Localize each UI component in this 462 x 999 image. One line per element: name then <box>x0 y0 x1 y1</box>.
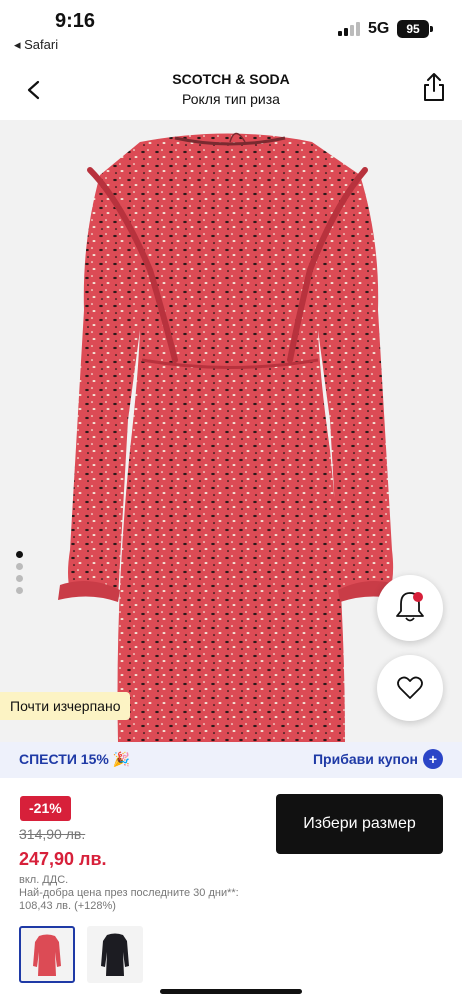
promo-text: СПЕСТИ 15% 🎉 <box>19 751 131 767</box>
battery-level: 95 <box>397 20 429 38</box>
dress-image <box>58 132 400 742</box>
brand-title: SCOTCH & SODA <box>172 71 290 87</box>
discount-badge: -21% <box>20 796 71 821</box>
bell-icon <box>396 592 424 622</box>
battery-icon <box>430 26 433 32</box>
add-coupon-link[interactable]: Прибави купон <box>313 751 418 767</box>
page-dot[interactable] <box>16 575 23 582</box>
back-to-app[interactable]: ◂ Safari <box>14 37 58 53</box>
vat-note: вкл. ДДС. <box>19 874 69 886</box>
current-price: 247,90 лв. <box>19 849 107 869</box>
status-time: 9:16 <box>55 10 96 32</box>
share-button[interactable] <box>418 70 450 104</box>
page-header: SCOTCH & SODA Рокля тип риза <box>0 62 462 120</box>
network-type: 5G <box>368 20 390 37</box>
black-dress-thumbnail <box>101 933 129 976</box>
select-size-button[interactable]: Избери размер <box>276 794 443 854</box>
share-icon <box>424 73 444 101</box>
gallery-pagination <box>16 551 24 599</box>
promo-bar: СПЕСТИ 15% 🎉 Прибави купон <box>0 742 462 778</box>
old-price: 314,90 лв. <box>19 826 86 842</box>
color-variant-red[interactable] <box>19 926 75 983</box>
back-app-label: Safari <box>24 37 59 52</box>
best-price-label: Най-добра цена през последните 30 дни**: <box>19 887 239 899</box>
product-image[interactable] <box>0 120 462 742</box>
page-dot[interactable] <box>16 551 23 558</box>
signal-icon <box>338 22 360 36</box>
product-subtitle: Рокля тип риза <box>182 91 280 107</box>
page-dot[interactable] <box>16 563 23 570</box>
color-variant-black[interactable] <box>87 926 143 983</box>
home-indicator <box>160 989 302 994</box>
notify-button[interactable] <box>377 575 443 641</box>
best-price-value: 108,43 лв. (+128%) <box>19 900 116 912</box>
page-dot[interactable] <box>16 587 23 594</box>
wishlist-button[interactable] <box>377 655 443 721</box>
stock-badge: Почти изчерпано <box>0 692 131 720</box>
plus-icon[interactable]: + <box>423 749 443 769</box>
red-dress-thumbnail <box>33 934 61 976</box>
status-bar: 9:16 ◂ Safari 5G 95 <box>0 0 462 62</box>
heart-icon <box>397 676 423 699</box>
